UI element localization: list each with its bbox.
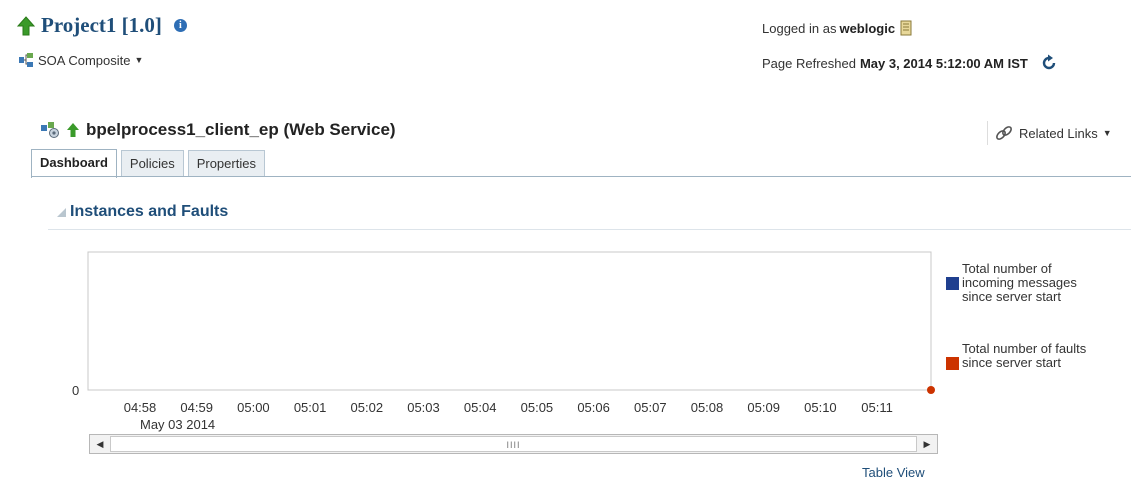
x-tick-label: 05:11 xyxy=(861,400,893,415)
scrollbar-thumb[interactable]: IIII xyxy=(110,436,917,452)
legend-label: Total number of faults since server star… xyxy=(962,341,1087,370)
up-arrow-icon xyxy=(67,123,79,137)
fault-series-point xyxy=(927,386,935,394)
collapse-triangle-icon[interactable] xyxy=(57,207,66,217)
info-icon[interactable]: i xyxy=(173,19,187,32)
instances-faults-chart: 0 04:58 04:59 05:00 05:01 05:02 05:03 05:04 05:… xyxy=(72,251,935,432)
tab-bar: Dashboard Policies Properties xyxy=(31,149,265,178)
section-divider xyxy=(48,229,1131,230)
x-tick-label: 04:59 xyxy=(180,400,213,415)
related-links-label: Related Links xyxy=(1019,125,1098,141)
x-tick-label: 05:02 xyxy=(351,400,384,415)
up-arrow-icon xyxy=(17,15,35,35)
refresh-icon[interactable] xyxy=(1040,54,1058,72)
server-icon[interactable] xyxy=(900,20,912,36)
refreshed-time: May 3, 2014 5:12:00 AM IST xyxy=(859,55,1028,71)
title-row: Project1 [1.0] i xyxy=(17,13,187,38)
chart-scrollbar[interactable]: ◀ IIII ▶ xyxy=(89,434,938,454)
x-tick-label: 05:01 xyxy=(294,400,327,415)
x-tick-label: 05:05 xyxy=(521,400,554,415)
grip-icon: IIII xyxy=(506,440,521,450)
legend-swatch xyxy=(946,277,959,290)
scroll-left-icon[interactable]: ◀ xyxy=(90,435,110,453)
composite-icon xyxy=(19,53,33,67)
legend-item-faults: Total number of faults since server star… xyxy=(946,342,1106,370)
tab-dashboard[interactable]: Dashboard xyxy=(31,149,117,178)
username: weblogic xyxy=(839,20,896,36)
scroll-right-icon[interactable]: ▶ xyxy=(917,435,937,453)
table-view-link[interactable]: Table View xyxy=(862,465,925,480)
x-tick-label: 05:03 xyxy=(407,400,440,415)
link-icon xyxy=(996,126,1012,140)
page-refreshed: Page Refreshed May 3, 2014 5:12:00 AM IS… xyxy=(762,54,1058,72)
x-tick-label: 05:04 xyxy=(464,400,497,415)
chevron-down-icon: ▼ xyxy=(1102,128,1112,138)
section-title: Instances and Faults xyxy=(70,203,229,220)
x-tick-label: 05:00 xyxy=(237,400,270,415)
x-tick-label: 05:10 xyxy=(804,400,837,415)
soa-composite-menu[interactable]: SOA Composite ▼ xyxy=(18,52,143,68)
section-header[interactable]: Instances and Faults xyxy=(57,203,228,221)
y-tick-label: 0 xyxy=(72,383,79,398)
x-axis-date-label: May 03 2014 xyxy=(140,417,215,432)
x-tick-label: 04:58 xyxy=(124,400,157,415)
tab-divider xyxy=(31,176,1131,177)
x-axis: 04:58 04:59 05:00 05:01 05:02 05:03 05:04 05:05… xyxy=(124,400,893,415)
x-tick-label: 05:07 xyxy=(634,400,667,415)
soa-composite-label: SOA Composite xyxy=(38,52,131,68)
chevron-down-icon: ▼ xyxy=(134,55,144,65)
legend-swatch xyxy=(946,357,959,370)
page-title: Project1 [1.0] xyxy=(41,13,162,37)
tab-properties[interactable]: Properties xyxy=(187,150,265,177)
tab-policies[interactable]: Policies xyxy=(120,150,184,177)
refreshed-prefix: Page Refreshed xyxy=(762,55,856,71)
plot-area xyxy=(87,251,932,391)
related-links-menu[interactable]: Related Links ▼ xyxy=(987,121,1112,145)
service-title: bpelprocess1_client_ep (Web Service) xyxy=(86,120,396,139)
logged-in-prefix: Logged in as xyxy=(762,20,837,36)
x-tick-label: 05:09 xyxy=(747,400,780,415)
legend-item-incoming: Total number of incoming messages since … xyxy=(946,262,1106,304)
x-tick-label: 05:06 xyxy=(577,400,610,415)
login-info: Logged in as weblogic xyxy=(762,20,912,36)
legend-label: Total number of incoming messages since … xyxy=(962,261,1077,304)
service-header: bpelprocess1_client_ep (Web Service) xyxy=(40,120,396,140)
web-service-icon xyxy=(41,122,59,138)
x-tick-label: 05:08 xyxy=(691,400,724,415)
